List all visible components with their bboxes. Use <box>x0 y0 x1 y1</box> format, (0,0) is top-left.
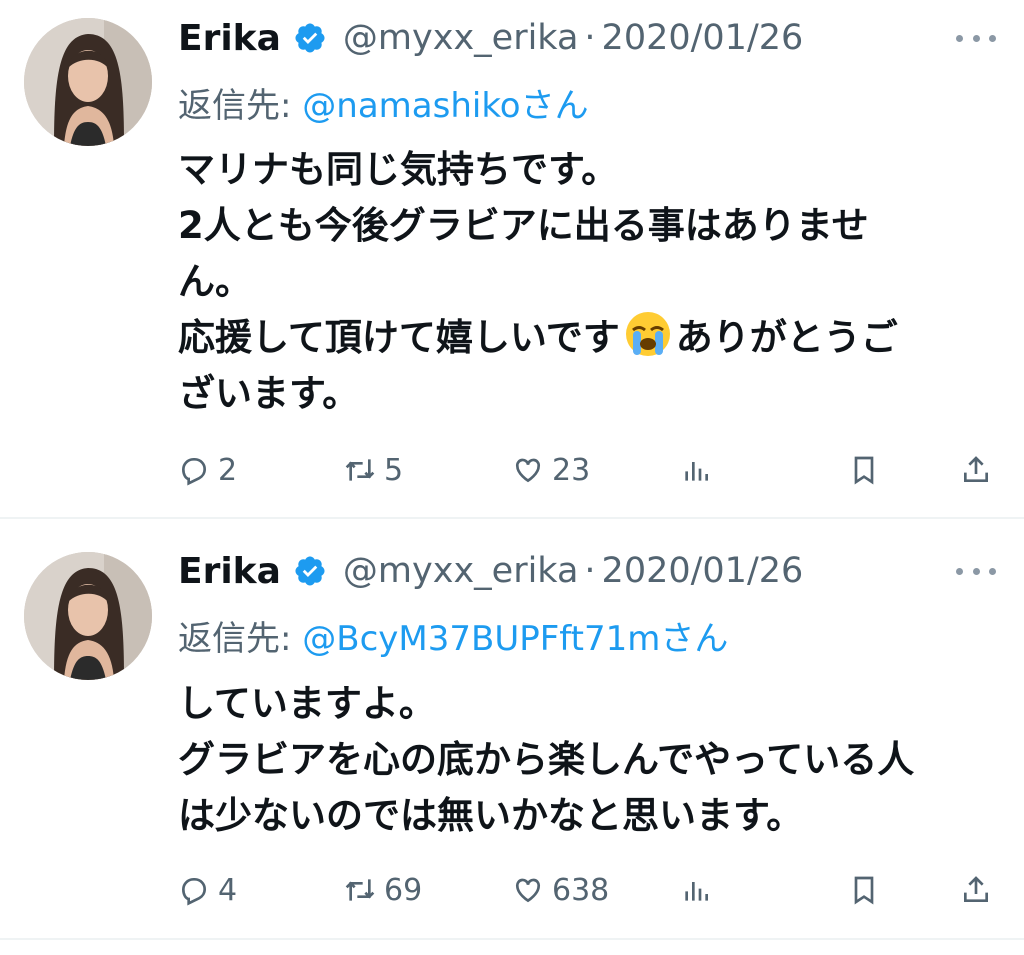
bookmark-icon <box>854 456 874 485</box>
verified-badge-icon <box>295 556 325 586</box>
reply-count: 2 <box>218 452 238 488</box>
tweet-2[interactable]: Erika @myxx_erika · 2020/01/26 返信先: @Bcy… <box>0 519 1024 939</box>
text-line: は少ないのでは無いかなと思います。 <box>178 794 804 837</box>
display-name[interactable]: Erika <box>178 18 281 59</box>
bookmark-button[interactable] <box>848 870 880 910</box>
reply-mention[interactable]: @BcyM37BUPFft71mさん <box>302 619 728 659</box>
text-line-with-emoji: 応援して頂けて嬉しいです ありがとうご <box>178 310 1008 366</box>
tweet-header: Erika @myxx_erika · 2020/01/26 <box>178 547 803 595</box>
text-line: していますよ。 <box>178 682 436 725</box>
views-button[interactable] <box>680 870 712 910</box>
reply-label: 返信先: <box>178 619 292 659</box>
avatar[interactable] <box>24 18 152 146</box>
text-line: ん。 <box>178 260 252 303</box>
tweet-text: していますよ。 グラビアを心の底から楽しんでやっている人 は少ないのでは無いかな… <box>178 676 1008 844</box>
more-icon[interactable] <box>956 28 996 48</box>
like-icon <box>515 878 541 903</box>
tweet-1[interactable]: Erika @myxx_erika · 2020/01/26 返信先: @nam… <box>0 0 1024 518</box>
retweet-button[interactable]: 69 <box>344 870 422 910</box>
divider <box>0 938 1024 940</box>
like-button[interactable]: 638 <box>512 870 609 910</box>
tweet-text: マリナも同じ気持ちです。 2人とも今後グラビアに出る事はありませ ん。 応援して… <box>178 142 1008 422</box>
separator: · <box>584 18 596 58</box>
text-line: マリナも同じ気持ちです。 <box>178 148 619 191</box>
handle[interactable]: @myxx_erika <box>343 551 578 591</box>
views-icon <box>685 882 708 901</box>
retweet-count: 69 <box>384 872 423 908</box>
timestamp[interactable]: 2020/01/26 <box>602 18 804 58</box>
display-name[interactable]: Erika <box>178 551 281 592</box>
reply-button[interactable]: 2 <box>178 450 237 490</box>
reply-icon <box>181 878 207 906</box>
text-line: グラビアを心の底から楽しんでやっている人 <box>178 738 915 781</box>
reply-icon <box>181 458 207 486</box>
text-line: 2人とも今後グラビアに出る事はありませ <box>178 204 869 247</box>
tweet-header: Erika @myxx_erika · 2020/01/26 <box>178 14 803 62</box>
bookmark-button[interactable] <box>848 450 880 490</box>
verified-badge-icon <box>295 23 325 53</box>
more-icon[interactable] <box>956 561 996 581</box>
share-icon <box>964 876 988 902</box>
avatar[interactable] <box>24 552 152 680</box>
reply-mention[interactable]: @namashikoさん <box>302 86 588 126</box>
handle[interactable]: @myxx_erika <box>343 18 578 58</box>
loudly-crying-face-icon <box>625 312 670 356</box>
reply-to: 返信先: @BcyM37BUPFft71mさん <box>178 611 728 660</box>
action-bar: 2 5 23 <box>0 450 1024 490</box>
reply-button[interactable]: 4 <box>178 870 237 910</box>
views-button[interactable] <box>680 450 712 490</box>
separator: · <box>584 551 596 591</box>
retweet-count: 5 <box>384 452 404 488</box>
like-button[interactable]: 23 <box>512 450 590 490</box>
like-count: 23 <box>552 452 591 488</box>
share-icon <box>964 456 988 482</box>
views-icon <box>685 462 708 481</box>
text-line: ざいます。 <box>178 372 360 415</box>
action-bar: 4 69 638 <box>0 870 1024 910</box>
retweet-button[interactable]: 5 <box>344 450 403 490</box>
reply-count: 4 <box>218 872 238 908</box>
retweet-icon <box>345 879 375 901</box>
timestamp[interactable]: 2020/01/26 <box>602 551 804 591</box>
reply-to: 返信先: @namashikoさん <box>178 78 589 127</box>
share-button[interactable] <box>960 450 992 490</box>
retweet-icon <box>345 459 375 481</box>
bookmark-icon <box>854 876 874 905</box>
share-button[interactable] <box>960 870 992 910</box>
reply-label: 返信先: <box>178 86 292 126</box>
like-icon <box>515 458 541 483</box>
like-count: 638 <box>552 872 610 908</box>
